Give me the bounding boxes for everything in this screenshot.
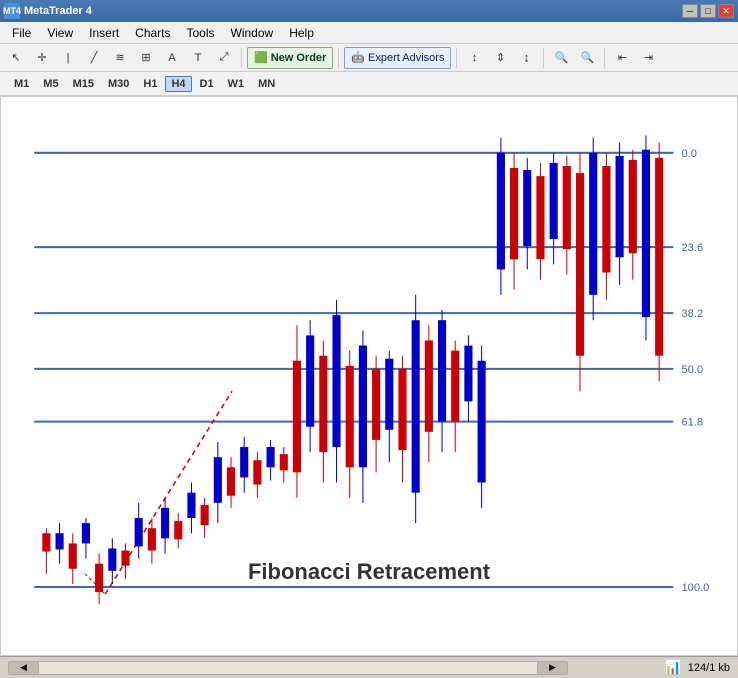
toolbar-cursor[interactable]: ↖ (4, 47, 28, 69)
new-order-button[interactable]: 🟩 New Order (247, 47, 333, 69)
toolbar-channels[interactable]: ≋ (108, 47, 132, 69)
menu-bar: File View Insert Charts Tools Window Hel… (0, 22, 738, 44)
expert-icon: 🤖 (351, 51, 365, 64)
sep5 (604, 48, 605, 68)
toolbar-line2[interactable]: ╱ (82, 47, 106, 69)
toolbar-zoomin[interactable]: 🔍 (549, 47, 573, 69)
menu-charts[interactable]: Charts (127, 24, 178, 42)
app-icon: MT4 (4, 3, 20, 19)
svg-text:0.0: 0.0 (681, 148, 697, 160)
svg-text:38.2: 38.2 (681, 308, 703, 320)
status-info: 124/1 kb (688, 662, 730, 674)
sep2 (338, 48, 339, 68)
tf-m1[interactable]: M1 (8, 76, 35, 92)
title-bar: MT4 MetaTrader 4 ─ □ ✕ (0, 0, 738, 22)
chart-area[interactable]: 0.0 23.6 38.2 50.0 61.8 100.0 (0, 96, 738, 656)
title-bar-left: MT4 MetaTrader 4 (4, 3, 92, 19)
toolbar-zoomout[interactable]: 🔍 (575, 47, 599, 69)
menu-help[interactable]: Help (281, 24, 322, 42)
maximize-button[interactable]: □ (700, 4, 716, 18)
main-toolbar: ↖ ✛ | ╱ ≋ ⊞ A T ⤢ 🟩 New Order 🤖 Expert A… (0, 44, 738, 72)
new-order-icon: 🟩 (254, 51, 268, 64)
tf-m30[interactable]: M30 (102, 76, 135, 92)
tf-w1[interactable]: W1 (222, 76, 251, 92)
toolbar-zoom1[interactable]: ↕ (462, 47, 486, 69)
sep3 (456, 48, 457, 68)
expert-advisors-button[interactable]: 🤖 Expert Advisors (344, 47, 451, 69)
sep4 (543, 48, 544, 68)
menu-view[interactable]: View (39, 24, 81, 42)
svg-text:23.6: 23.6 (681, 242, 703, 254)
svg-text:50.0: 50.0 (681, 364, 703, 376)
toolbar-text[interactable]: A (160, 47, 184, 69)
chart-icon: 📊 (664, 659, 681, 676)
title-bar-buttons: ─ □ ✕ (682, 4, 734, 18)
chart-svg: 0.0 23.6 38.2 50.0 61.8 100.0 (1, 97, 737, 655)
horizontal-scrollbar[interactable]: ▶ ◀ (8, 661, 568, 675)
tf-mn[interactable]: MN (252, 76, 281, 92)
title-bar-title: MetaTrader 4 (24, 5, 92, 17)
toolbar-grid[interactable]: ⊞ (134, 47, 158, 69)
close-button[interactable]: ✕ (718, 4, 734, 18)
sep1 (241, 48, 242, 68)
toolbar-crosshair[interactable]: ✛ (30, 47, 54, 69)
svg-text:61.8: 61.8 (681, 417, 703, 429)
tf-h4[interactable]: H4 (165, 76, 191, 92)
minimize-button[interactable]: ─ (682, 4, 698, 18)
svg-text:100.0: 100.0 (681, 582, 709, 594)
menu-insert[interactable]: Insert (81, 24, 127, 42)
toolbar-text2[interactable]: T (186, 47, 210, 69)
status-left: ▶ ◀ (8, 661, 568, 675)
new-order-label: New Order (271, 52, 327, 64)
toolbar-shapes[interactable]: ⤢ (212, 47, 236, 69)
toolbar-nav1[interactable]: ⇤ (610, 47, 634, 69)
timeframe-toolbar: M1 M5 M15 M30 H1 H4 D1 W1 MN (0, 72, 738, 96)
menu-file[interactable]: File (4, 24, 39, 42)
expert-label: Expert Advisors (368, 52, 444, 64)
menu-window[interactable]: Window (223, 24, 282, 42)
toolbar-zoom2[interactable]: ⇕ (488, 47, 512, 69)
tf-m15[interactable]: M15 (67, 76, 100, 92)
status-bar: ▶ ◀ 📊 124/1 kb (0, 656, 738, 678)
toolbar-nav2[interactable]: ⇥ (636, 47, 660, 69)
status-right: 📊 124/1 kb (664, 659, 730, 676)
toolbar-zoom3[interactable]: ↨ (514, 47, 538, 69)
tf-d1[interactable]: D1 (194, 76, 220, 92)
tf-m5[interactable]: M5 (37, 76, 64, 92)
toolbar-line1[interactable]: | (56, 47, 80, 69)
tf-h1[interactable]: H1 (137, 76, 163, 92)
menu-tools[interactable]: Tools (179, 24, 223, 42)
